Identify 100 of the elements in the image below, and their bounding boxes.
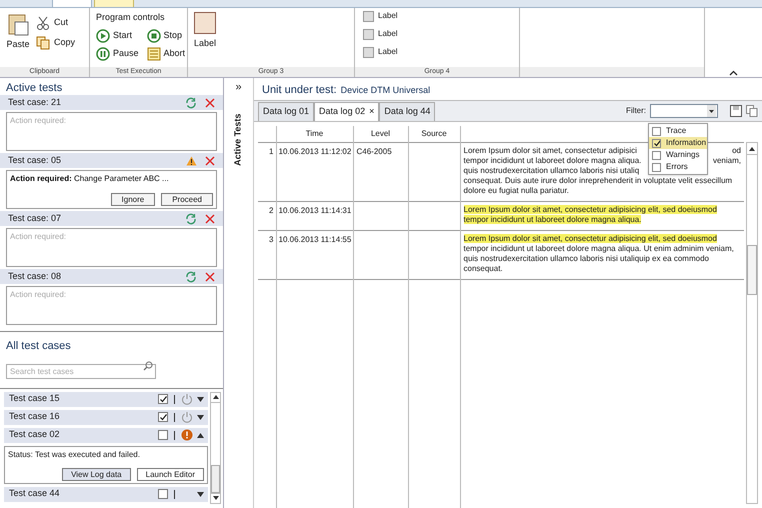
- expand-toggle[interactable]: »: [235, 82, 242, 93]
- test-case-name: Test case 44: [9, 487, 61, 500]
- caret-icon[interactable]: [197, 414, 204, 420]
- filter-label: Filter:: [626, 105, 646, 117]
- menu-item[interactable]: Trace: [649, 125, 707, 137]
- stop-icon: [146, 28, 161, 42]
- checkbox[interactable]: [158, 489, 168, 499]
- table-cell: C46-2005: [353, 142, 408, 201]
- action-button[interactable]: Proceed: [161, 193, 213, 206]
- action-text: Action required:: [10, 289, 68, 301]
- alert-icon: [181, 429, 193, 441]
- panel-title: All test cases: [5, 339, 72, 354]
- abort-button[interactable]: Abort: [146, 46, 186, 60]
- close-icon[interactable]: ×: [369, 105, 374, 119]
- column-header: Source: [408, 126, 460, 142]
- search-field[interactable]: Search test cases: [6, 364, 156, 378]
- scroll-thumb[interactable]: [747, 245, 757, 295]
- close-button[interactable]: [205, 272, 215, 282]
- start-button[interactable]: Start: [96, 28, 132, 42]
- filter-dropdown[interactable]: [650, 104, 718, 118]
- caret-icon[interactable]: [197, 492, 204, 496]
- scroll-thumb[interactable]: [211, 464, 220, 492]
- tab[interactable]: Data log 01: [258, 102, 314, 121]
- list-icon: [146, 46, 161, 60]
- action-button[interactable]: Ignore: [110, 193, 156, 206]
- copy-icon[interactable]: [746, 105, 758, 117]
- pause-button[interactable]: Pause: [96, 46, 139, 60]
- checkbox[interactable]: [363, 10, 374, 22]
- row-number: 3: [258, 230, 276, 279]
- action-button[interactable]: Launch Editor: [136, 468, 204, 480]
- message-text: Lorem Ipsum dolor sit amet, consectetur adipisicing elit, sed doeiusmod tempor incididunt ut laboreet dolore magna aliqua. Ut enim adminim veniam, quis nostrudexercitation ullamco laboris nisi utaliquip ex ea commodo consequat.: [464, 234, 735, 274]
- test-case-name: Test case 15: [9, 392, 61, 406]
- ribbon-tab[interactable]: [52, 0, 92, 7]
- checkbox[interactable]: [158, 412, 168, 422]
- collapse-icon[interactable]: [729, 70, 738, 76]
- message-text: od: [732, 146, 741, 156]
- message-text: consequat. Duis aute irure dolor inreprehenderit in voluptate velit essecillum: [464, 176, 732, 186]
- action-box[interactable]: Action required: Change Parameter ABC ... Ignore Proceed: [6, 170, 217, 209]
- square-icon: [194, 12, 216, 34]
- checkbox[interactable]: [652, 138, 661, 148]
- refresh-icon[interactable]: [185, 96, 197, 108]
- test-case-name: Test case 02: [9, 428, 61, 442]
- copy-button[interactable]: Copy: [36, 36, 76, 50]
- search-icon: [143, 360, 153, 370]
- paste-button[interactable]: Paste: [6, 12, 30, 52]
- caret-icon[interactable]: [197, 432, 204, 438]
- cut-button[interactable]: Cut: [36, 16, 68, 30]
- menu-item[interactable]: Errors: [649, 161, 707, 173]
- pause-icon: [96, 46, 110, 60]
- table-cell: 10.06.2013 11:14:55: [276, 230, 353, 279]
- clipboard-icon: [6, 12, 30, 36]
- play-icon: [96, 28, 110, 42]
- stop-button[interactable]: Stop: [146, 28, 182, 42]
- checkbox[interactable]: [652, 162, 661, 172]
- scroll-down-icon[interactable]: [212, 496, 218, 500]
- scissors-icon: [36, 16, 50, 30]
- checkbox[interactable]: [363, 28, 374, 40]
- refresh-icon[interactable]: [185, 270, 197, 282]
- table-cell: 10.06.2013 11:14:31: [276, 201, 353, 230]
- checkbox-label: Label: [378, 46, 398, 58]
- save-icon[interactable]: [730, 105, 742, 117]
- action-text: Action required:: [10, 115, 68, 127]
- checkbox-label: Label: [378, 28, 398, 40]
- tab[interactable]: Data log 02 ×: [314, 102, 380, 121]
- checkbox[interactable]: [158, 394, 168, 404]
- checkbox[interactable]: [363, 46, 374, 58]
- column-header: Time: [276, 126, 353, 142]
- vertical-label: Active Tests: [232, 114, 244, 166]
- message-text: quis nostrudexercitation ullamco laboris nisi utaliq: [464, 166, 640, 176]
- copy-icon: [36, 36, 50, 50]
- label-button[interactable]: Label: [194, 12, 216, 50]
- checkbox[interactable]: [652, 150, 661, 160]
- power-icon[interactable]: [181, 393, 193, 405]
- menu-item[interactable]: Warnings: [649, 149, 707, 161]
- test-case-title: Test case: 07: [8, 212, 62, 225]
- checkbox[interactable]: [158, 430, 168, 440]
- power-icon[interactable]: [181, 411, 193, 423]
- unit-value: Device DTM Universal: [340, 84, 430, 96]
- caret-icon[interactable]: [197, 396, 204, 402]
- row-number: 1: [258, 142, 276, 201]
- status-text: Status: Test was executed and failed.: [8, 448, 141, 460]
- scroll-up-icon[interactable]: [212, 395, 218, 399]
- close-button[interactable]: [205, 214, 215, 224]
- test-case-name: Test case 16: [9, 410, 61, 424]
- test-case-title: Test case: 05: [8, 154, 62, 167]
- scroll-up-icon[interactable]: [749, 146, 755, 150]
- panel-title: Active tests: [5, 81, 64, 95]
- unit-label: Unit under test:: [262, 82, 337, 98]
- checkbox-label: Label: [378, 10, 398, 22]
- column-header: Level: [353, 126, 408, 142]
- close-button[interactable]: [205, 156, 215, 166]
- warning-icon: [186, 156, 197, 166]
- group-title: Program controls: [96, 11, 166, 24]
- action-text: Action required: Change Parameter ABC ...: [10, 173, 170, 185]
- refresh-icon[interactable]: [185, 212, 197, 224]
- action-button[interactable]: View Log data: [62, 468, 131, 480]
- close-button[interactable]: [205, 98, 215, 108]
- checkbox[interactable]: [652, 126, 661, 136]
- tab[interactable]: Data log 44: [379, 102, 436, 121]
- caret-icon[interactable]: [707, 105, 716, 117]
